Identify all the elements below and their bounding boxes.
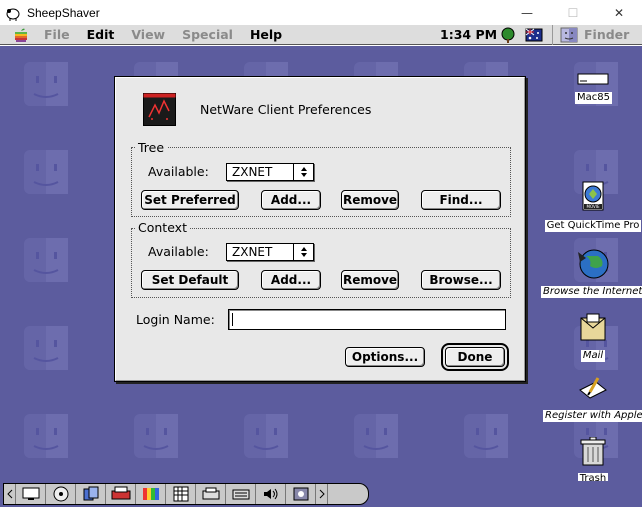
host-window-title: SheepShaver bbox=[27, 5, 100, 20]
context-group-label: Context bbox=[135, 220, 190, 235]
mail-icon bbox=[580, 313, 606, 341]
strip-expand-icon[interactable] bbox=[316, 484, 328, 504]
sheep-app-icon bbox=[6, 8, 20, 21]
menu-special[interactable]: Special bbox=[182, 27, 233, 42]
desktop-icon-register-with-apple[interactable]: Register with Apple bbox=[543, 374, 642, 422]
trash-icon bbox=[580, 436, 606, 466]
apple-menu-icon[interactable] bbox=[14, 27, 34, 43]
desktop-icon-label: Mail bbox=[580, 350, 606, 362]
tree-remove-button[interactable]: Remove bbox=[341, 190, 399, 210]
desktop-pattern-face-icon bbox=[24, 326, 68, 370]
hard-disk-icon bbox=[577, 73, 609, 85]
desktop-pattern-face-icon bbox=[24, 150, 68, 194]
tree-available-popup[interactable]: ZXNET bbox=[226, 163, 314, 181]
menu-help[interactable]: Help bbox=[250, 27, 282, 42]
svg-text:MOVIE: MOVIE bbox=[587, 204, 600, 209]
netware-preferences-dialog: NetWare Client Preferences Tree Availabl… bbox=[114, 76, 526, 382]
done-button[interactable]: Done bbox=[441, 343, 509, 371]
cd-icon[interactable] bbox=[46, 484, 76, 504]
desktop-pattern-face-icon bbox=[134, 414, 178, 458]
menubar-separator bbox=[552, 25, 553, 45]
host-title-bar: SheepShaver — ☐ ✕ bbox=[0, 0, 642, 25]
desktop-pattern-face-icon bbox=[354, 414, 398, 458]
keyboard-layout-flag-icon[interactable] bbox=[525, 27, 543, 43]
desktop-icon-browse-the-internet[interactable]: Browse the Internet bbox=[541, 246, 642, 298]
desktop-icon-trash[interactable]: Trash bbox=[575, 436, 611, 481]
set-preferred-button[interactable]: Set Preferred bbox=[141, 190, 239, 210]
remote-access-icon[interactable] bbox=[286, 484, 316, 504]
desktop-icon-label: Mac85 bbox=[575, 92, 612, 104]
set-default-button[interactable]: Set Default bbox=[141, 270, 239, 290]
options-button[interactable]: Options... bbox=[345, 347, 425, 367]
application-menu-label: Finder bbox=[584, 27, 630, 42]
login-name-label: Login Name: bbox=[136, 312, 215, 327]
sound-volume-icon[interactable] bbox=[256, 484, 286, 504]
menu-view[interactable]: View bbox=[131, 27, 165, 42]
popup-arrows-icon bbox=[293, 244, 313, 260]
menu-file[interactable]: File bbox=[44, 27, 70, 42]
tree-add-button[interactable]: Add... bbox=[261, 190, 321, 210]
desktop-icon-label: Trash bbox=[577, 473, 609, 481]
strip-collapse-icon[interactable] bbox=[4, 484, 16, 504]
find-button[interactable]: Find... bbox=[421, 190, 501, 210]
mac-menu-bar: File Edit View Special Help 1:34 PM Find… bbox=[0, 25, 642, 45]
quicktime-icon: MOVIE bbox=[582, 181, 604, 211]
file-sharing-icon[interactable] bbox=[76, 484, 106, 504]
tree-available-label: Available: bbox=[148, 164, 209, 179]
desktop-icon-label: Register with Apple bbox=[543, 410, 642, 422]
tree-available-value: ZXNET bbox=[232, 165, 273, 179]
menubar-clock[interactable]: 1:34 PM bbox=[440, 27, 497, 42]
context-available-label: Available: bbox=[148, 244, 209, 259]
printer-icon[interactable] bbox=[106, 484, 136, 504]
tree-group-label: Tree bbox=[135, 140, 168, 155]
keyboard-icon[interactable] bbox=[226, 484, 256, 504]
desktop-icon-get-quicktime-pro[interactable]: MOVIE Get QuickTime Pro bbox=[544, 180, 642, 232]
desktop-pattern-face-icon bbox=[464, 414, 508, 458]
login-name-field[interactable] bbox=[228, 309, 506, 330]
finder-face-icon bbox=[560, 27, 578, 42]
control-strip-area bbox=[0, 481, 642, 507]
application-menu[interactable]: Finder bbox=[560, 27, 629, 43]
context-remove-button[interactable]: Remove bbox=[341, 270, 399, 290]
monitor-icon[interactable] bbox=[16, 484, 46, 504]
dialog-title: NetWare Client Preferences bbox=[200, 102, 372, 117]
desktop-pattern-face-icon bbox=[24, 238, 68, 282]
desktop-icon-mac85[interactable]: Mac85 bbox=[575, 72, 612, 104]
resolution-icon[interactable] bbox=[166, 484, 196, 504]
tree-control-icon[interactable] bbox=[499, 27, 517, 43]
color-depth-icon[interactable] bbox=[136, 484, 166, 504]
desktop-printer-icon[interactable] bbox=[196, 484, 226, 504]
internet-globe-icon bbox=[577, 249, 608, 279]
desktop-icon-label: Browse the Internet bbox=[541, 286, 642, 298]
control-strip bbox=[3, 483, 369, 505]
text-caret bbox=[232, 313, 233, 326]
netware-icon bbox=[143, 93, 176, 126]
register-icon bbox=[578, 377, 607, 399]
desktop-icon-label: Get QuickTime Pro bbox=[544, 220, 642, 232]
close-button[interactable]: ✕ bbox=[596, 0, 642, 25]
popup-arrows-icon bbox=[293, 164, 313, 180]
context-available-value: ZXNET bbox=[232, 245, 273, 259]
desktop-pattern-face-icon bbox=[244, 414, 288, 458]
desktop-pattern-face-icon bbox=[24, 414, 68, 458]
maximize-button[interactable]: ☐ bbox=[550, 0, 596, 25]
desktop-icon-mail[interactable]: Mail bbox=[575, 312, 611, 362]
desktop-pattern-face-icon bbox=[24, 62, 68, 106]
context-available-popup[interactable]: ZXNET bbox=[226, 243, 314, 261]
browse-button[interactable]: Browse... bbox=[421, 270, 501, 290]
menu-edit[interactable]: Edit bbox=[87, 27, 115, 42]
minimize-button[interactable]: — bbox=[504, 0, 550, 25]
context-add-button[interactable]: Add... bbox=[261, 270, 321, 290]
